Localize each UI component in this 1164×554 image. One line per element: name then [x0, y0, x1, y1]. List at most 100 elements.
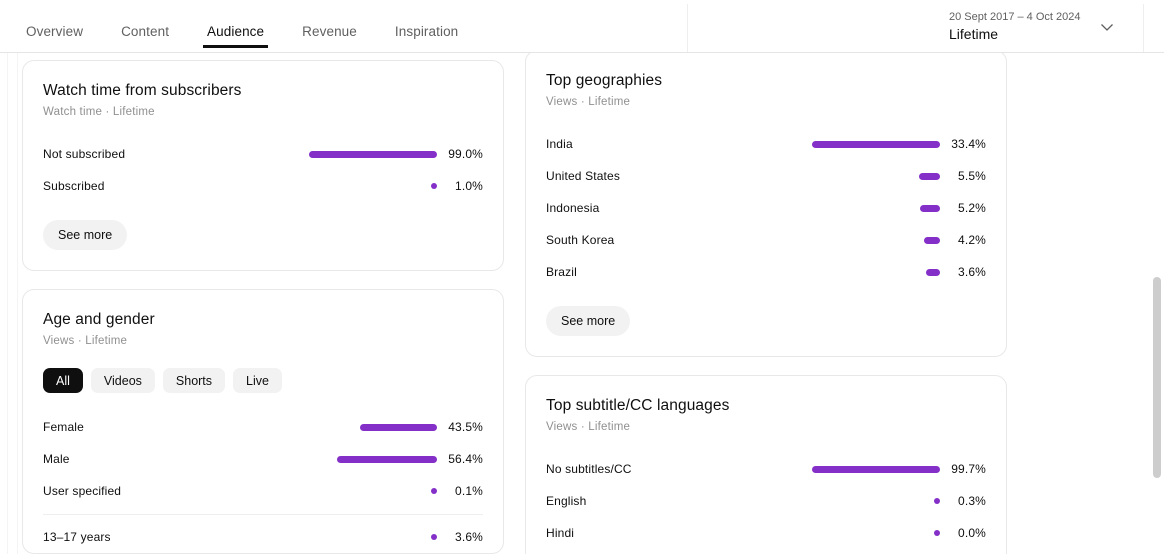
bar-row: United States5.5% [546, 160, 986, 192]
tab-audience[interactable]: Audience [207, 24, 264, 48]
header-divider-1 [687, 4, 688, 52]
chevron-down-icon[interactable] [1096, 16, 1118, 38]
bar-row: Hindi0.0% [546, 517, 986, 549]
card-title: Top geographies [546, 71, 986, 91]
bar-row: No subtitles/CC 99.7% [546, 453, 986, 485]
tab-overview[interactable]: Overview [26, 24, 83, 48]
bar-row-label: Not subscribed [43, 147, 309, 161]
bar-row: User specified0.1% [43, 475, 483, 507]
bar-track [812, 205, 940, 212]
bar-row-value: 1.0% [437, 179, 483, 193]
see-more-button-watch-time[interactable]: See more [43, 220, 127, 250]
bar-row-value: 3.6% [437, 530, 483, 544]
see-more-button-geographies[interactable]: See more [546, 306, 630, 336]
bar-track [337, 424, 437, 431]
card-top-geographies: Top geographies Views · Lifetime India33… [525, 53, 1007, 357]
analytics-tab-list: Overview Content Audience Revenue Inspiratio… [0, 0, 477, 53]
date-range-preset: Lifetime [949, 25, 1096, 44]
bar-track [337, 456, 437, 463]
bar-row: 13–17 years 3.6% [43, 521, 483, 553]
bar-track [309, 183, 437, 189]
bar-row-value: 43.5% [437, 420, 483, 434]
bar-track [337, 534, 437, 540]
vertical-scrollbar-thumb[interactable] [1153, 277, 1161, 478]
bar-row-label: United States [546, 169, 812, 183]
bar-fill [919, 173, 940, 180]
bar-track [812, 237, 940, 244]
vertical-scrollbar[interactable] [1151, 53, 1162, 554]
bar-row-value: 99.0% [437, 147, 483, 161]
card-watch-time-from-subscribers: Watch time from subscribers Watch time ·… [22, 60, 504, 271]
card-subtitle: Views · Lifetime [43, 333, 483, 349]
bar-row: Spanish0.0% [546, 549, 986, 554]
filter-chip-group: All Videos Shorts Live [43, 368, 483, 393]
bar-track [812, 269, 940, 276]
card-title: Watch time from subscribers [43, 81, 483, 101]
section-divider [43, 514, 483, 515]
bar-row-label: No subtitles/CC [546, 462, 812, 476]
right-column: Top geographies Views · Lifetime India33… [525, 53, 1007, 554]
bar-list-watch-time: Not subscribed 99.0% Subscribed 1.0% [43, 138, 483, 202]
bar-row-label: Brazil [546, 265, 812, 279]
bar-fill [920, 205, 940, 212]
bar-row: Subscribed 1.0% [43, 170, 483, 202]
bar-fill [337, 456, 437, 463]
bar-row: Male56.4% [43, 443, 483, 475]
bar-list-subtitle-languages: No subtitles/CC 99.7% English 0.3% Hindi0.0%… [546, 453, 986, 554]
bar-row-value: 0.3% [940, 494, 986, 508]
card-subtitle: Views · Lifetime [546, 94, 986, 110]
bar-row: Female 43.5% [43, 411, 483, 443]
bar-row-value: 99.7% [940, 462, 986, 476]
card-title: Age and gender [43, 310, 483, 330]
bar-row: India33.4% [546, 128, 986, 160]
left-column: Watch time from subscribers Watch time ·… [22, 60, 504, 554]
bar-row-label: Hindi [546, 526, 812, 540]
bar-track [309, 151, 437, 158]
bar-row: Indonesia 5.2% [546, 192, 986, 224]
filter-chip-videos[interactable]: Videos [91, 368, 155, 393]
content-left-edge-line [7, 53, 8, 554]
bar-row-label: 13–17 years [43, 530, 337, 544]
card-age-and-gender: Age and gender Views · Lifetime All Video… [22, 289, 504, 554]
bar-row: Brazil 3.6% [546, 256, 986, 288]
analytics-header: Overview Content Audience Revenue Inspiratio… [0, 0, 1164, 53]
card-title: Top subtitle/CC languages [546, 396, 986, 416]
filter-chip-live[interactable]: Live [233, 368, 282, 393]
card-top-subtitle-cc-languages: Top subtitle/CC languages Views · Lifeti… [525, 375, 1007, 554]
bar-track [812, 466, 940, 473]
bar-fill [309, 151, 437, 158]
bar-track [812, 141, 940, 148]
tab-revenue[interactable]: Revenue [302, 24, 357, 48]
bar-row-label: South Korea [546, 233, 812, 247]
date-range-selector[interactable]: 20 Sept 2017 – 4 Oct 2024 Lifetime [914, 7, 1142, 47]
date-range-span: 20 Sept 2017 – 4 Oct 2024 [949, 10, 1096, 25]
analytics-content: Watch time from subscribers Watch time ·… [0, 53, 1164, 554]
bar-row-label: English [546, 494, 812, 508]
bar-row-label: User specified [43, 484, 337, 498]
card-subtitle: Views · Lifetime [546, 419, 986, 435]
bar-list-age: 13–17 years 3.6% [43, 521, 483, 553]
bar-row: English 0.3% [546, 485, 986, 517]
bar-list-geographies: India33.4%United States5.5% Indonesia 5.2%… [546, 128, 986, 288]
filter-chip-all[interactable]: All [43, 368, 83, 393]
content-left-edge-line-2 [17, 53, 18, 554]
bar-row-label: Female [43, 420, 337, 434]
bar-row-value: 5.2% [940, 201, 986, 215]
header-divider-2 [1143, 4, 1144, 52]
bar-row-label: Indonesia [546, 201, 812, 215]
tab-content[interactable]: Content [121, 24, 169, 48]
date-range-text: 20 Sept 2017 – 4 Oct 2024 Lifetime [914, 10, 1096, 44]
bar-track [337, 488, 437, 494]
tab-inspiration[interactable]: Inspiration [395, 24, 458, 48]
bar-row-value: 3.6% [940, 265, 986, 279]
card-subtitle: Watch time · Lifetime [43, 104, 483, 120]
bar-row-value: 4.2% [940, 233, 986, 247]
bar-row-label: Subscribed [43, 179, 309, 193]
bar-row: South Korea 4.2% [546, 224, 986, 256]
bar-row-value: 56.4% [437, 452, 483, 466]
bar-fill [812, 466, 940, 473]
bar-row-value: 33.4% [940, 137, 986, 151]
filter-chip-shorts[interactable]: Shorts [163, 368, 225, 393]
bar-track [812, 173, 940, 180]
bar-fill [926, 269, 940, 276]
